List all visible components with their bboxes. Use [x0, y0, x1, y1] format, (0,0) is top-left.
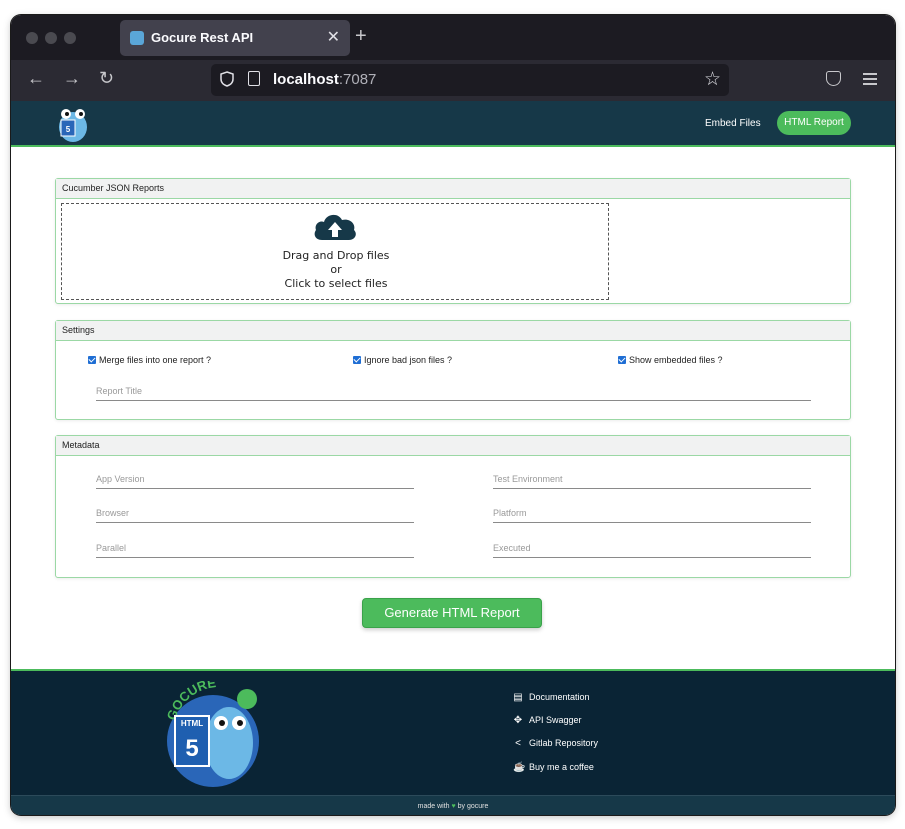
show-embedded-files-label: Show embedded files ?: [629, 355, 723, 365]
buy-me-a-coffee-link[interactable]: ☕ Buy me a coffee: [513, 762, 594, 773]
file-dropzone[interactable]: Drag and Drop files or Click to select f…: [61, 203, 609, 300]
embed-files-link[interactable]: Embed Files: [705, 118, 761, 129]
nav-bar: ← → ↻ localhost:7087 ☆: [11, 60, 895, 101]
close-tab-icon[interactable]: ✕: [327, 27, 340, 47]
merge-files-label: Merge files into one report ?: [99, 355, 212, 365]
forward-icon[interactable]: →: [63, 68, 81, 89]
cloud-upload-icon: [314, 214, 356, 240]
minimize-window-icon[interactable]: [45, 32, 57, 44]
settings-panel: Settings Merge files into one report ? I…: [55, 320, 851, 420]
metadata-panel: Metadata App Version Test Environment Br…: [55, 435, 851, 578]
footer-credit: made with ♥ by gocure: [11, 795, 895, 815]
browser-tab[interactable]: Gocure Rest API ✕: [120, 20, 350, 56]
parallel-input[interactable]: Parallel: [96, 543, 414, 558]
gopher-favicon-icon: [130, 31, 144, 45]
pocket-icon[interactable]: [826, 71, 841, 86]
maximize-window-icon[interactable]: [64, 32, 76, 44]
metadata-panel-title: Metadata: [56, 436, 850, 456]
swagger-icon: ✥: [513, 715, 523, 726]
checkbox-checked-icon[interactable]: [618, 356, 626, 364]
upload-panel: Cucumber JSON Reports Drag and Drop file…: [55, 178, 851, 304]
dropzone-line-1: Drag and Drop files: [282, 249, 390, 262]
checkbox-checked-icon[interactable]: [353, 356, 361, 364]
gocure-gopher-logo: GOCURE HTML 5: [164, 681, 259, 787]
svg-text:HTML: HTML: [181, 719, 203, 728]
generate-html-report-button[interactable]: Generate HTML Report: [362, 598, 542, 628]
shield-icon[interactable]: [220, 71, 234, 87]
footer: GOCURE HTML 5 ▤ Documentation ✥ API Swagge…: [11, 669, 895, 815]
url-text: localhost:7087: [273, 71, 377, 88]
coffee-icon: ☕: [513, 762, 526, 773]
test-environment-input[interactable]: Test Environment: [493, 474, 811, 489]
documentation-link[interactable]: ▤ Documentation: [513, 692, 589, 703]
app-version-input[interactable]: App Version: [96, 474, 414, 489]
share-icon: <: [515, 738, 521, 749]
url-bar[interactable]: localhost:7087 ☆: [211, 64, 729, 96]
tab-bar: Gocure Rest API ✕ +: [11, 15, 895, 60]
document-icon: ▤: [513, 692, 523, 703]
browser-window: Gocure Rest API ✕ + ← → ↻ localhost:7087…: [11, 15, 895, 815]
ignore-bad-json-label: Ignore bad json files ?: [364, 355, 453, 365]
dropzone-line-2: or: [330, 263, 342, 276]
back-icon[interactable]: ←: [27, 68, 45, 89]
dropzone-line-3: Click to select files: [284, 277, 388, 290]
close-window-icon[interactable]: [26, 32, 38, 44]
merge-files-checkbox[interactable]: Merge files into one report ?: [88, 355, 211, 365]
api-swagger-link[interactable]: ✥ API Swagger: [513, 715, 582, 726]
bookmark-star-icon[interactable]: ☆: [704, 68, 721, 91]
new-tab-icon[interactable]: +: [355, 25, 367, 48]
html-report-button[interactable]: HTML Report: [777, 111, 851, 135]
report-title-input[interactable]: Report Title: [96, 386, 811, 401]
tab-title: Gocure Rest API: [151, 30, 254, 45]
app-header: 5 Embed Files HTML Report: [11, 101, 895, 147]
upload-panel-title: Cucumber JSON Reports: [56, 179, 850, 199]
settings-panel-title: Settings: [56, 321, 850, 341]
browser-input[interactable]: Browser: [96, 508, 414, 523]
executed-input[interactable]: Executed: [493, 543, 811, 558]
gocure-logo-icon[interactable]: 5: [56, 105, 90, 143]
platform-input[interactable]: Platform: [493, 508, 811, 523]
checkbox-checked-icon[interactable]: [88, 356, 96, 364]
page-icon: [248, 71, 260, 86]
hamburger-menu-icon[interactable]: [863, 73, 877, 85]
svg-text:5: 5: [185, 735, 198, 762]
heart-icon: ♥: [451, 803, 456, 810]
gitlab-repository-link[interactable]: < Gitlab Repository: [513, 738, 598, 749]
page-viewport: 5 Embed Files HTML Report Cucumber JSON …: [11, 101, 895, 815]
show-embedded-files-checkbox[interactable]: Show embedded files ?: [618, 355, 723, 365]
ignore-bad-json-checkbox[interactable]: Ignore bad json files ?: [353, 355, 452, 365]
svg-text:5: 5: [66, 125, 71, 134]
reload-icon[interactable]: ↻: [99, 68, 114, 89]
